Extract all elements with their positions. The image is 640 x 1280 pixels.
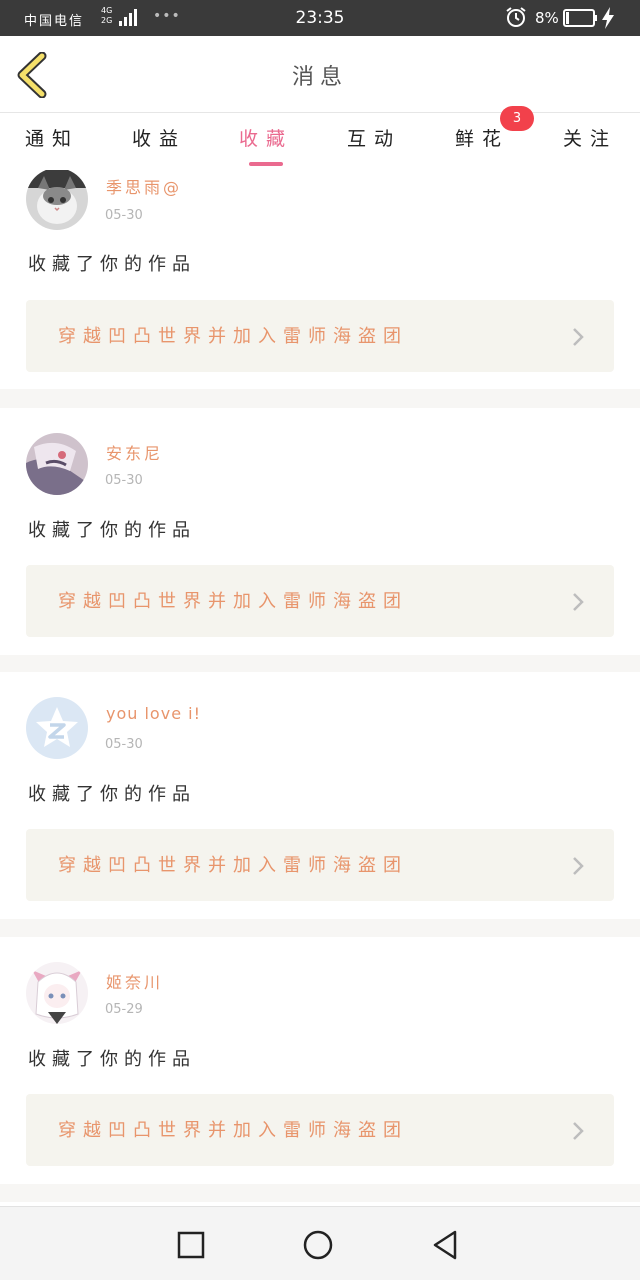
avatar[interactable] xyxy=(26,697,88,759)
alarm-icon xyxy=(506,7,526,27)
item-date: 05-30 xyxy=(105,208,143,223)
list-item: you love i! 05-30 收藏了你的作品 穿越凹凸世界并加入雷师海盗团 xyxy=(0,672,640,919)
square-icon[interactable] xyxy=(175,1229,207,1261)
system-nav-bar xyxy=(0,1206,640,1280)
avatar[interactable] xyxy=(26,962,88,1024)
chevron-right-icon xyxy=(573,593,584,611)
item-date: 05-30 xyxy=(105,737,143,752)
status-bar: 中国电信 4G 2G ••• 23:35 8% xyxy=(0,0,640,36)
action-text: 收藏了你的作品 xyxy=(28,520,196,541)
circle-icon[interactable] xyxy=(302,1229,334,1261)
work-link[interactable]: 穿越凹凸世界并加入雷师海盗团 xyxy=(26,1094,614,1166)
list-item: 季思雨@ 05-30 收藏了你的作品 穿越凹凸世界并加入雷师海盗团 xyxy=(0,170,640,389)
action-text: 收藏了你的作品 xyxy=(28,254,196,275)
list-item: 安东尼 05-30 收藏了你的作品 穿越凹凸世界并加入雷师海盗团 xyxy=(0,408,640,655)
action-text: 收藏了你的作品 xyxy=(28,784,196,805)
flowers-count-badge: 3 xyxy=(500,106,534,131)
favorites-list[interactable]: 季思雨@ 05-30 收藏了你的作品 穿越凹凸世界并加入雷师海盗团 安东尼 05… xyxy=(0,170,640,1206)
list-item: 姬奈川 05-29 收藏了你的作品 穿越凹凸世界并加入雷师海盗团 xyxy=(0,937,640,1184)
work-title: 穿越凹凸世界并加入雷师海盗团 xyxy=(58,855,408,876)
header: 消息 xyxy=(0,36,640,113)
tab-follow[interactable]: 关注 xyxy=(550,124,630,170)
page-title: 消息 xyxy=(291,65,348,90)
charging-icon xyxy=(602,7,614,29)
work-title: 穿越凹凸世界并加入雷师海盗团 xyxy=(58,326,408,347)
work-title: 穿越凹凸世界并加入雷师海盗团 xyxy=(58,1120,408,1141)
active-tab-indicator xyxy=(249,162,283,166)
user-name[interactable]: 季思雨@ xyxy=(106,174,182,198)
battery-icon xyxy=(563,9,597,27)
tab-favorites[interactable]: 收藏 xyxy=(226,124,306,170)
item-date: 05-30 xyxy=(105,473,143,488)
avatar[interactable] xyxy=(26,170,88,230)
work-link[interactable]: 穿越凹凸世界并加入雷师海盗团 xyxy=(26,565,614,637)
chevron-right-icon xyxy=(573,857,584,875)
battery-percent: 8% xyxy=(535,9,559,27)
user-name[interactable]: 姬奈川 xyxy=(106,969,163,993)
item-date: 05-29 xyxy=(105,1002,143,1017)
triangle-back-icon[interactable] xyxy=(430,1229,462,1261)
user-name[interactable]: you love i! xyxy=(106,704,201,723)
tab-bar: 通知 收益 收藏 互动 鲜花 关注 xyxy=(0,114,640,170)
work-link[interactable]: 穿越凹凸世界并加入雷师海盗团 xyxy=(26,829,614,901)
chevron-right-icon xyxy=(573,328,584,346)
tab-notice[interactable]: 通知 xyxy=(12,124,92,170)
tab-interaction[interactable]: 互动 xyxy=(334,124,414,170)
tab-earnings[interactable]: 收益 xyxy=(119,124,199,170)
work-title: 穿越凹凸世界并加入雷师海盗团 xyxy=(58,591,408,612)
user-name[interactable]: 安东尼 xyxy=(106,440,163,464)
avatar[interactable] xyxy=(26,433,88,495)
action-text: 收藏了你的作品 xyxy=(28,1049,196,1070)
work-link[interactable]: 穿越凹凸世界并加入雷师海盗团 xyxy=(26,300,614,372)
chevron-right-icon xyxy=(573,1122,584,1140)
